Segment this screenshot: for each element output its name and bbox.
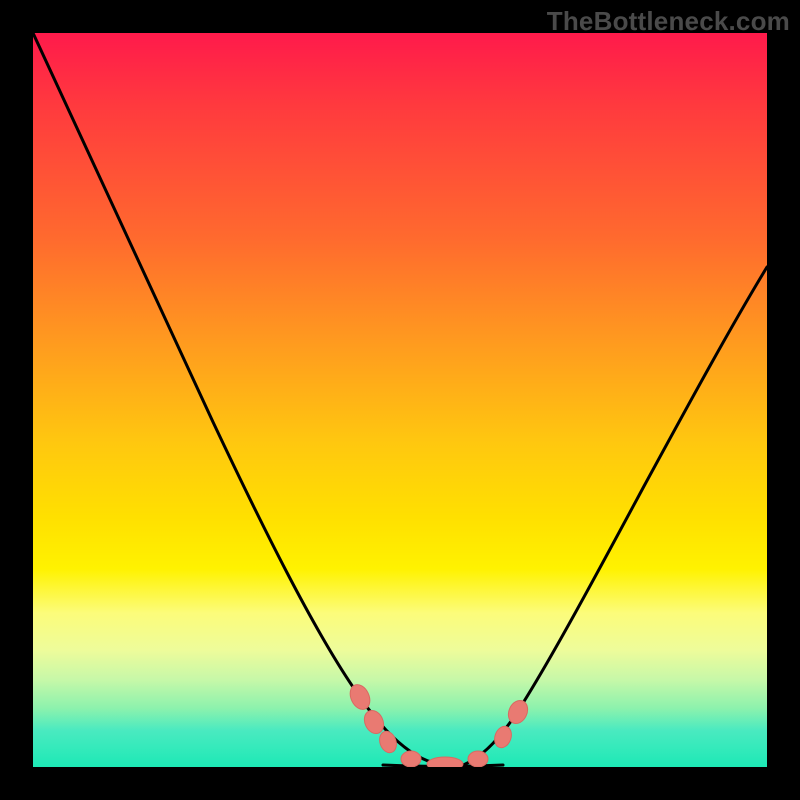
marker-dot [401, 751, 421, 767]
marker-dot [346, 681, 373, 712]
chart-svg [33, 33, 767, 767]
left-curve [33, 33, 443, 765]
chart-plot-area [33, 33, 767, 767]
low-markers [346, 681, 531, 767]
marker-dot [427, 757, 463, 767]
right-curve [463, 267, 767, 765]
marker-dot [492, 724, 515, 750]
outer-frame: TheBottleneck.com [0, 0, 800, 800]
marker-dot [468, 751, 488, 767]
